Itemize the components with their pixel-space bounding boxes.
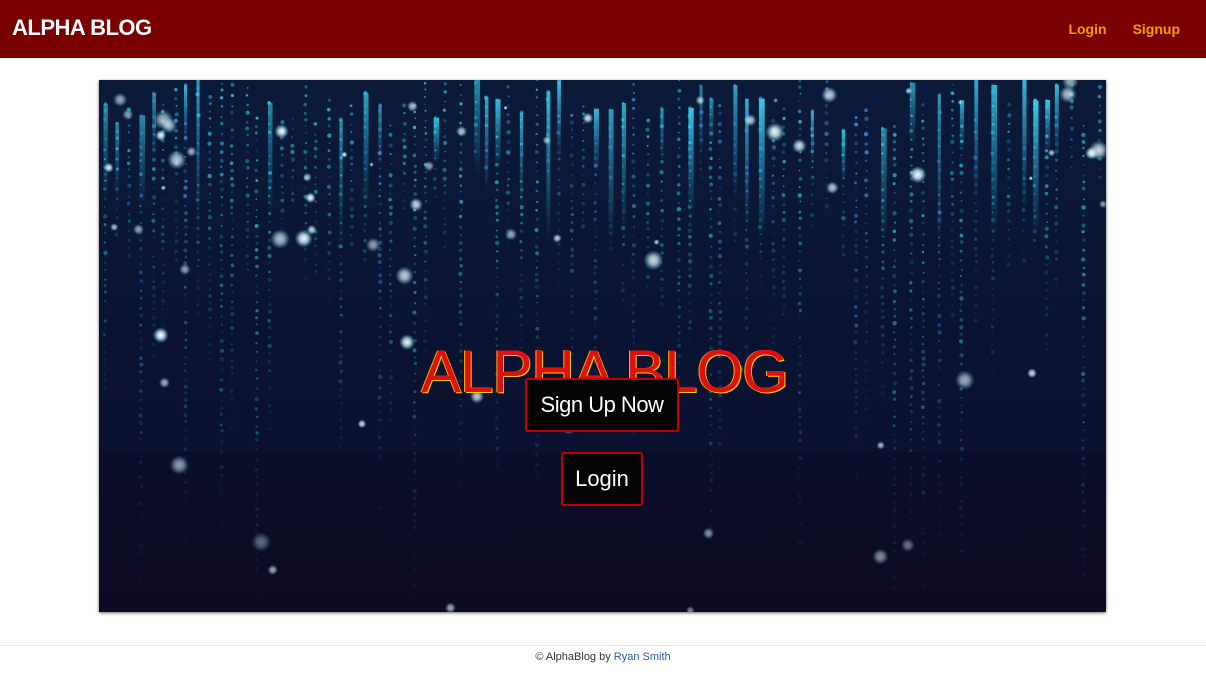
footer-copyright: © AlphaBlog by: [535, 651, 611, 663]
footer-divider: [0, 645, 1206, 646]
nav-links: Login Signup: [1068, 21, 1180, 37]
hero-banner: ALPHA BLOG Sign Up Now Login: [99, 80, 1106, 612]
nav-login-link[interactable]: Login: [1068, 21, 1106, 37]
brand-logo-link[interactable]: ALPHA BLOG: [12, 15, 152, 41]
nav-signup-link[interactable]: Signup: [1133, 21, 1180, 37]
top-navbar: ALPHA BLOG Login Signup: [0, 0, 1206, 58]
footer: © AlphaBlog by Ryan Smith: [0, 651, 1206, 663]
hero-login-button[interactable]: Login: [561, 452, 643, 506]
footer-author-link[interactable]: Ryan Smith: [614, 651, 671, 663]
sign-up-now-button[interactable]: Sign Up Now: [525, 378, 679, 432]
